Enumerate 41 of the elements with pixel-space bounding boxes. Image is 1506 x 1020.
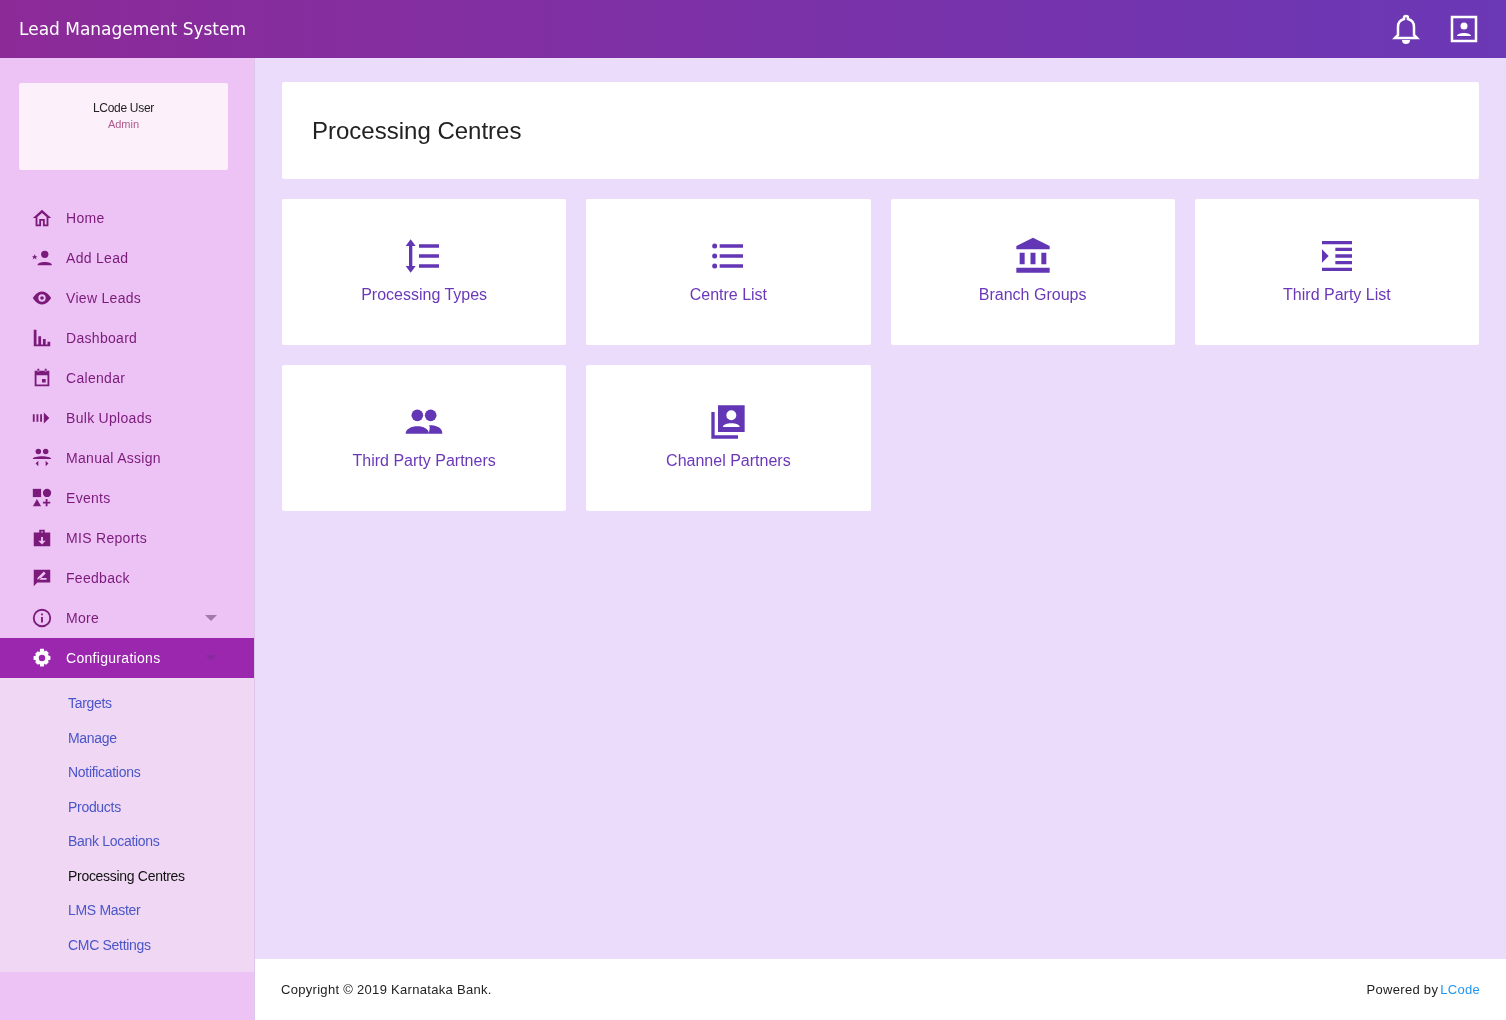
nav-item[interactable]: More xyxy=(0,598,254,638)
briefcase-icon xyxy=(31,527,53,549)
nav-item[interactable]: Calendar xyxy=(0,358,254,398)
brand-link[interactable]: LCode xyxy=(1440,982,1480,997)
tile-card[interactable]: Third Party Partners xyxy=(282,365,567,511)
user-name: LCode User xyxy=(92,101,154,115)
home-icon xyxy=(31,207,53,229)
tile-card[interactable]: Processing Types xyxy=(282,199,567,345)
bar-chart-icon xyxy=(31,327,53,349)
tile-card[interactable]: Third Party List xyxy=(1194,199,1479,345)
tile-card[interactable]: Branch Groups xyxy=(890,199,1175,345)
submenu-item[interactable]: LMS Master xyxy=(68,893,141,928)
nav-item[interactable]: Dashboard xyxy=(0,318,254,358)
nav-item[interactable]: View Leads xyxy=(0,278,254,318)
bell-icon[interactable] xyxy=(1392,13,1420,45)
powered-by-text: Powered by xyxy=(1366,982,1439,997)
submenu-item[interactable]: Bank Locations xyxy=(68,824,160,859)
tile-card[interactable]: Channel Partners xyxy=(586,365,871,511)
user-role: Admin xyxy=(107,118,140,130)
submenu-item[interactable]: Products xyxy=(68,789,121,824)
shapes-icon xyxy=(31,487,53,509)
info-icon xyxy=(31,607,53,629)
nav-item[interactable]: Add Lead xyxy=(0,238,254,278)
nav-item[interactable]: Bulk Uploads xyxy=(0,398,254,438)
account-icon[interactable] xyxy=(1450,15,1478,43)
nav-item[interactable]: Events xyxy=(0,478,254,518)
nav-item[interactable]: Manual Assign xyxy=(0,438,254,478)
nav-item[interactable]: Configurations xyxy=(0,638,254,678)
settings-icon xyxy=(31,647,53,669)
submenu-item[interactable]: Manage xyxy=(68,720,117,755)
nav-item[interactable]: Feedback xyxy=(0,558,254,598)
nav-item[interactable]: Home xyxy=(0,198,254,238)
submenu-item[interactable]: Notifications xyxy=(68,755,141,790)
nav-item[interactable]: MIS Reports xyxy=(0,518,254,558)
submenu-item[interactable]: Processing Centres xyxy=(68,858,185,893)
copyright-text: Copyright © 2019 Karnataka Bank. xyxy=(281,982,492,997)
submenu-item[interactable]: CMC Settings xyxy=(68,927,151,962)
page-title: Processing Centres xyxy=(312,116,522,145)
submenu-item[interactable]: Targets xyxy=(68,686,112,721)
app-title: Lead Management System xyxy=(19,19,247,39)
tile-card[interactable]: Centre List xyxy=(586,199,871,345)
